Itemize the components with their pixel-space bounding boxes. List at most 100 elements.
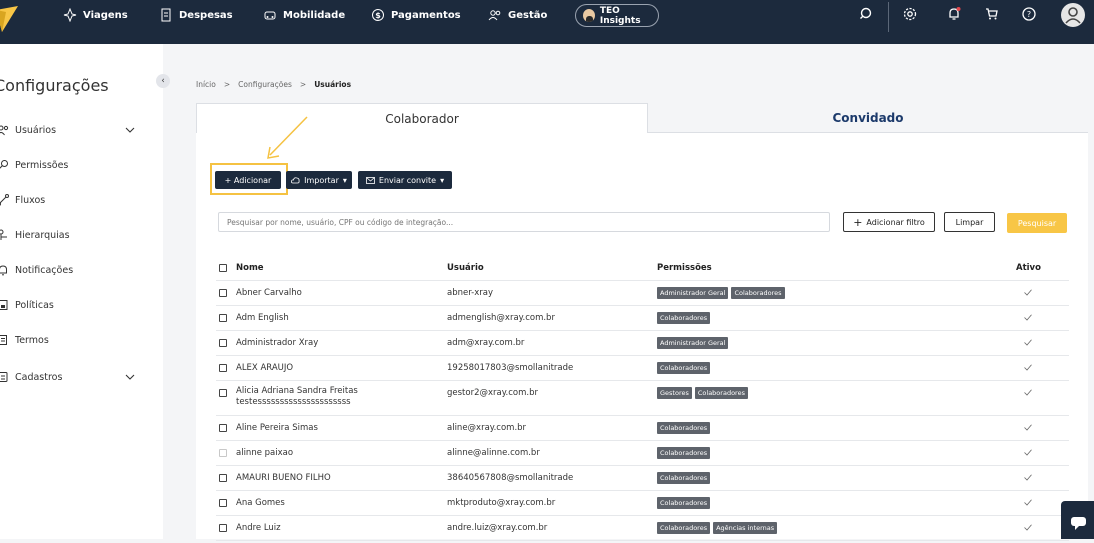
key-icon (0, 160, 8, 169)
nav-mobilidade[interactable]: Mobilidade (263, 8, 345, 22)
user-login: gestor2@xray.com.br (447, 388, 538, 398)
import-button[interactable]: Importar ▾ (286, 171, 352, 189)
nav-despesas[interactable]: Despesas (159, 8, 233, 22)
add-filter-label: Adicionar filtro (866, 217, 925, 227)
nav-gestao[interactable]: Gestão (488, 8, 547, 22)
permission-tags: Administrador Geral Colaboradores (657, 287, 785, 299)
select-all-checkbox[interactable] (219, 264, 227, 272)
user-login: aline@xray.com.br (447, 423, 527, 433)
chat-button[interactable] (1061, 501, 1094, 539)
check-icon (1024, 289, 1032, 296)
bell-icon[interactable] (946, 6, 962, 22)
sidebar-item-label: Notificações (15, 264, 74, 276)
row-checkbox[interactable] (219, 389, 227, 397)
tab-convidado[interactable]: Convidado (648, 103, 1088, 133)
permission-tags: Colaboradores (657, 312, 711, 324)
permission-tag: Colaboradores (657, 312, 711, 324)
row-checkbox[interactable] (219, 499, 227, 507)
users-table: Nome Usuário Permissões Ativo Abner Carv… (216, 257, 1069, 541)
sidebar-item-usuarios[interactable]: Usuários (0, 123, 56, 137)
sidebar-item-label: Usuários (15, 124, 57, 136)
nav-gestao-label: Gestão (508, 9, 548, 21)
teo-avatar (583, 9, 595, 22)
gear-icon[interactable] (902, 6, 918, 22)
column-header-active: Ativo (1016, 263, 1041, 273)
breadcrumb-separator: > (223, 80, 231, 89)
sidebar-item-cadastros[interactable]: Cadastros (0, 370, 62, 384)
send-invite-button[interactable]: Enviar convite ▾ (358, 171, 452, 189)
chevron-left-icon: ‹ (161, 76, 165, 86)
table-row[interactable]: Adm English admenglish@xray.com.br Colab… (216, 306, 1069, 331)
sidebar-item-label: Políticas (15, 299, 54, 311)
teo-insights-button[interactable]: TEO Insights (575, 4, 659, 27)
user-login: alinne@alinne.com.br (447, 448, 540, 458)
logo-icon[interactable] (0, 6, 18, 32)
caret-down-icon: ▾ (342, 175, 347, 185)
collapse-sidebar-button[interactable]: ‹ (156, 74, 170, 88)
user-avatar[interactable] (1061, 3, 1085, 27)
row-checkbox[interactable] (219, 364, 227, 372)
user-name: Abner Carvalho (236, 288, 302, 298)
table-row[interactable]: Administrador Xray adm@xray.com.br Admin… (216, 331, 1069, 356)
user-login: admenglish@xray.com.br (447, 313, 555, 323)
user-name-continued: testesssssssssssssssssssss (236, 397, 351, 407)
search-input[interactable] (218, 212, 830, 232)
add-button[interactable]: + Adicionar (215, 171, 281, 189)
nav-pagamentos[interactable]: $ Pagamentos (371, 8, 461, 22)
chevron-down-icon[interactable] (125, 125, 135, 135)
permission-tags: Gestores Colaboradores (657, 387, 748, 399)
search-icon[interactable] (859, 6, 875, 22)
annotation-arrow (267, 116, 308, 159)
user-name: Ana Gomes (236, 498, 285, 508)
row-checkbox[interactable] (219, 289, 227, 297)
permission-tags: Colaboradores (657, 447, 711, 459)
receipt-icon (161, 8, 171, 22)
user-name: Andre Luiz (236, 523, 281, 533)
table-row[interactable]: Aline Pereira Simas aline@xray.com.br Co… (216, 416, 1069, 441)
nav-despesas-label: Despesas (179, 9, 233, 21)
table-row[interactable]: Andre Luiz andre.luiz@xray.com.br Colabo… (216, 516, 1069, 541)
user-name: alinne paixao (236, 448, 294, 458)
table-row[interactable]: Abner Carvalho abner-xray Administrador … (216, 281, 1069, 306)
table-row[interactable]: ALEX ARAUJO 19258017803@smollanitrade Co… (216, 356, 1069, 381)
table-header: Nome Usuário Permissões Ativo (216, 257, 1069, 281)
check-icon (1024, 424, 1032, 431)
add-filter-button[interactable]: + Adicionar filtro (843, 212, 935, 232)
breadcrumb-inicio[interactable]: Início (196, 80, 216, 89)
row-checkbox[interactable] (219, 474, 227, 482)
sidebar-item-politicas[interactable]: Políticas (0, 298, 54, 312)
chevron-down-icon[interactable] (125, 372, 135, 382)
nav-mobilidade-label: Mobilidade (283, 9, 346, 21)
nav-viagens[interactable]: Viagens (63, 8, 128, 22)
row-checkbox[interactable] (219, 339, 227, 347)
user-name: Aline Pereira Simas (236, 423, 318, 433)
permission-tags: Administrador Geral (657, 337, 729, 349)
table-row[interactable]: Alicia Adriana Sandra Freitas testesssss… (216, 381, 1069, 416)
user-name: Alicia Adriana Sandra Freitas (236, 386, 358, 396)
sidebar-item-notificacoes[interactable]: Notificações (0, 263, 73, 277)
permission-tags: Colaboradores (657, 422, 711, 434)
sidebar-item-label: Cadastros (15, 371, 63, 383)
row-checkbox[interactable] (219, 424, 227, 432)
sidebar-item-hierarquias[interactable]: Hierarquias (0, 228, 70, 242)
sidebar-item-fluxos[interactable]: Fluxos (0, 193, 45, 207)
help-icon[interactable]: ? (1021, 6, 1037, 22)
car-icon (264, 11, 276, 20)
breadcrumb-configuracoes[interactable]: Configurações (238, 80, 292, 89)
row-checkbox[interactable] (219, 314, 227, 322)
sidebar-item-permissoes[interactable]: Permissões (0, 158, 68, 172)
permission-tags: Colaboradores (657, 362, 711, 374)
table-row[interactable]: AMAURI BUENO FILHO 38640567808@smollanit… (216, 466, 1069, 491)
table-row[interactable]: alinne paixao alinne@alinne.com.br Colab… (216, 441, 1069, 466)
clear-button[interactable]: Limpar (944, 212, 995, 232)
row-checkbox[interactable] (219, 524, 227, 532)
sidebar-item-termos[interactable]: Termos (0, 333, 49, 347)
travel-icon (63, 8, 77, 22)
permission-tag: Colaboradores (657, 362, 711, 374)
table-row[interactable]: Ana Gomes mktproduto@xray.com.br Colabor… (216, 491, 1069, 516)
search-button[interactable]: Pesquisar (1007, 213, 1067, 233)
check-icon (1024, 339, 1032, 346)
cart-icon[interactable] (984, 6, 1000, 22)
sidebar-item-label: Termos (15, 334, 49, 346)
user-login: abner-xray (447, 288, 494, 298)
